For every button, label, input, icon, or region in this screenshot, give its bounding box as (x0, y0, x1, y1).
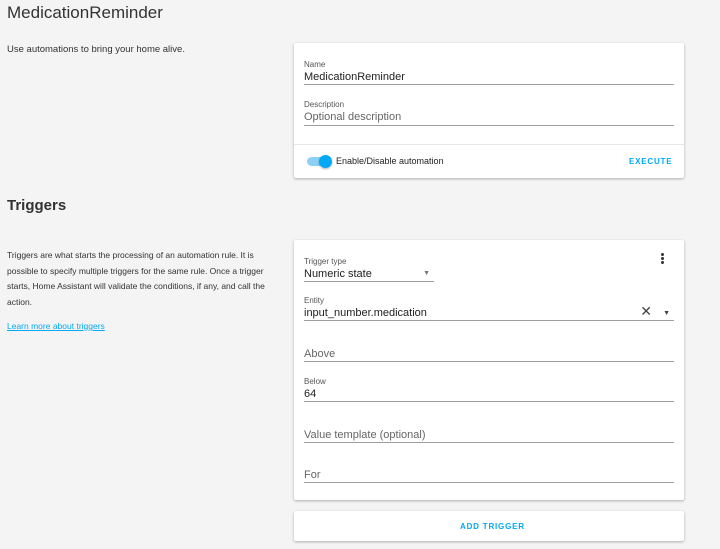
intro-text: Use automations to bring your home alive… (7, 44, 185, 55)
below-label: Below (304, 377, 326, 386)
for-input[interactable]: For (304, 468, 674, 482)
toggle-knob (319, 155, 332, 168)
below-value[interactable]: 64 (304, 387, 674, 401)
card-divider (294, 144, 684, 145)
for-field[interactable]: For (304, 468, 674, 483)
chevron-down-icon: ▼ (423, 270, 430, 277)
description-label: Description (304, 100, 345, 109)
entity-label: Entity (304, 296, 325, 305)
name-value[interactable]: MedicationReminder (304, 70, 674, 84)
entity-field[interactable]: Entity input_number.medication ✕ ▼ (304, 296, 674, 321)
description-input[interactable]: Optional description (304, 110, 674, 124)
trigger-type-label: Trigger type (304, 257, 347, 266)
page-title: MedicationReminder (7, 3, 163, 22)
toggle-label: Enable/Disable automation (336, 156, 444, 166)
learn-more-triggers-link[interactable]: Learn more about triggers (7, 321, 105, 331)
automation-info-card: Name MedicationReminder Description Opti… (294, 43, 684, 178)
name-label: Name (304, 60, 326, 69)
arrow-drop-down-icon[interactable]: ▼ (663, 310, 670, 317)
triggers-description: Triggers are what starts the processing … (7, 250, 265, 307)
above-input[interactable]: Above (304, 347, 674, 361)
close-icon[interactable]: ✕ (640, 304, 652, 318)
value-template-input[interactable]: Value template (optional) (304, 428, 674, 442)
add-trigger-button[interactable]: ADD TRIGGER (460, 522, 525, 531)
trigger-type-value: Numeric state (304, 268, 372, 280)
below-field[interactable]: Below 64 (304, 377, 674, 402)
execute-button[interactable]: EXECUTE (629, 157, 672, 166)
enable-toggle[interactable] (307, 155, 332, 168)
above-field[interactable]: Above (304, 347, 674, 362)
more-vert-icon[interactable] (657, 252, 667, 266)
add-trigger-card: ADD TRIGGER (294, 511, 684, 541)
name-field[interactable]: Name MedicationReminder (304, 60, 674, 85)
description-field[interactable]: Description Optional description (304, 100, 674, 126)
entity-value[interactable]: input_number.medication (304, 306, 674, 320)
trigger-type-dropdown[interactable]: Trigger type Numeric state ▼ (304, 257, 434, 282)
value-template-field[interactable]: Value template (optional) (304, 428, 674, 443)
trigger-card: Trigger type Numeric state ▼ Entity inpu… (294, 240, 684, 500)
triggers-title: Triggers (7, 197, 67, 214)
